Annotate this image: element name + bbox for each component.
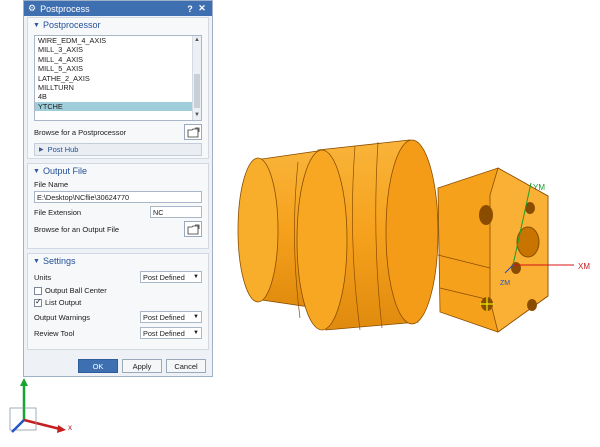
- scroll-up-icon[interactable]: ▲: [193, 36, 201, 45]
- output-ball-center-row[interactable]: Output Ball Center: [28, 286, 208, 295]
- output-warnings-row: Output Warnings Post Defined ▼: [28, 311, 208, 323]
- gear-icon: ⚙: [28, 3, 37, 13]
- list-item-selected[interactable]: YTCHE: [35, 101, 201, 112]
- units-label: Units: [34, 272, 52, 282]
- file-name-input[interactable]: E:\Desktop\NCflie\30624770: [34, 191, 202, 203]
- units-row: Units Post Defined ▼: [28, 271, 208, 283]
- file-name-label-row: File Name: [28, 180, 208, 189]
- list-item[interactable]: LATHE_2_AXIS: [35, 74, 201, 83]
- axis-label-zm: ZM: [500, 280, 510, 287]
- folder-open-icon: [187, 224, 199, 234]
- postprocessor-list[interactable]: WIRE_EDM_4_AXIS MILL_3_AXIS MILL_4_AXIS …: [34, 35, 202, 121]
- post-hub-group[interactable]: ▶ Post Hub: [34, 143, 202, 156]
- output-ball-center-checkbox[interactable]: [34, 286, 42, 295]
- dropdown-arrow-icon: ▼: [193, 314, 199, 320]
- list-output-checkbox[interactable]: [34, 297, 42, 307]
- browse-output-row: Browse for an Output File: [28, 221, 208, 237]
- axis-label-ym: YM: [533, 183, 545, 192]
- list-item[interactable]: MILL_5_AXIS: [35, 64, 201, 73]
- chevron-down-icon: ▼: [33, 21, 40, 29]
- output-warnings-value: Post Defined: [143, 313, 185, 322]
- review-tool-row: Review Tool Post Defined ▼: [28, 327, 208, 339]
- ok-button[interactable]: OK: [78, 359, 118, 373]
- output-warnings-label: Output Warnings: [34, 312, 90, 322]
- cancel-button[interactable]: Cancel: [166, 359, 206, 373]
- machined-part[interactable]: [237, 139, 549, 333]
- postprocessor-header-label: Postprocessor: [43, 20, 101, 30]
- chevron-down-icon: ▼: [33, 257, 40, 265]
- list-item[interactable]: MILL_3_AXIS: [35, 45, 201, 54]
- output-ball-center-label: Output Ball Center: [45, 286, 107, 295]
- units-value: Post Defined: [143, 273, 185, 282]
- post-hub-label: Post Hub: [47, 145, 79, 154]
- chevron-down-icon: ▼: [33, 167, 40, 175]
- close-button[interactable]: ✕: [196, 3, 208, 14]
- axis-label-xm: XM: [578, 262, 590, 271]
- scroll-thumb[interactable]: [194, 74, 200, 108]
- browse-postprocessor-label: Browse for a Postprocessor: [34, 127, 127, 137]
- list-item[interactable]: MILLTURN: [35, 83, 201, 92]
- dialog-footer: OK Apply Cancel: [78, 359, 206, 373]
- output-file-header-label: Output File: [43, 166, 88, 176]
- units-select[interactable]: Post Defined ▼: [140, 271, 202, 283]
- list-scrollbar[interactable]: ▲ ▼: [192, 36, 201, 120]
- settings-header-label: Settings: [43, 256, 76, 266]
- dropdown-arrow-icon: ▼: [193, 330, 199, 336]
- file-extension-input[interactable]: NC: [150, 206, 202, 218]
- list-item[interactable]: WIRE_EDM_4_AXIS: [35, 36, 201, 45]
- list-item[interactable]: MILL_4_AXIS: [35, 55, 201, 64]
- browse-postprocessor-row: Browse for a Postprocessor: [28, 124, 208, 140]
- file-extension-row: File Extension NC: [28, 206, 208, 218]
- settings-group: ▼ Settings Units Post Defined ▼ Output B…: [27, 253, 209, 350]
- settings-header[interactable]: ▼ Settings: [28, 254, 208, 268]
- list-output-label: List Output: [45, 298, 82, 307]
- dialog-title: Postprocess: [40, 3, 90, 14]
- review-tool-select[interactable]: Post Defined ▼: [140, 327, 202, 339]
- review-tool-value: Post Defined: [143, 329, 185, 338]
- scroll-down-icon[interactable]: ▼: [193, 111, 201, 120]
- help-button[interactable]: ?: [184, 4, 196, 14]
- folder-open-icon: [187, 127, 199, 137]
- output-file-header[interactable]: ▼ Output File: [28, 164, 208, 178]
- output-file-group: ▼ Output File File Name E:\Desktop\NCfli…: [27, 163, 209, 249]
- browse-postprocessor-button[interactable]: [184, 124, 202, 140]
- browse-output-label: Browse for an Output File: [34, 224, 120, 234]
- dropdown-arrow-icon: ▼: [193, 274, 199, 280]
- postprocessor-group: ▼ Postprocessor WIRE_EDM_4_AXIS MILL_3_A…: [27, 17, 209, 159]
- file-name-label: File Name: [34, 180, 69, 189]
- review-tool-label: Review Tool: [34, 328, 75, 338]
- triad-x-label: x: [68, 423, 72, 432]
- dialog-titlebar[interactable]: ⚙ Postprocess ? ✕: [24, 1, 212, 16]
- browse-output-button[interactable]: [184, 221, 202, 237]
- output-warnings-select[interactable]: Post Defined ▼: [140, 311, 202, 323]
- list-output-row[interactable]: List Output: [28, 297, 208, 307]
- chevron-right-icon: ▶: [39, 147, 44, 153]
- file-extension-label: File Extension: [34, 207, 82, 217]
- postprocessor-header[interactable]: ▼ Postprocessor: [28, 18, 208, 32]
- apply-button[interactable]: Apply: [122, 359, 162, 373]
- list-item[interactable]: 4B: [35, 92, 201, 101]
- view-triad[interactable]: x: [9, 378, 72, 433]
- postprocess-dialog: ⚙ Postprocess ? ✕ ▼ Postprocessor WIRE_E…: [23, 0, 213, 377]
